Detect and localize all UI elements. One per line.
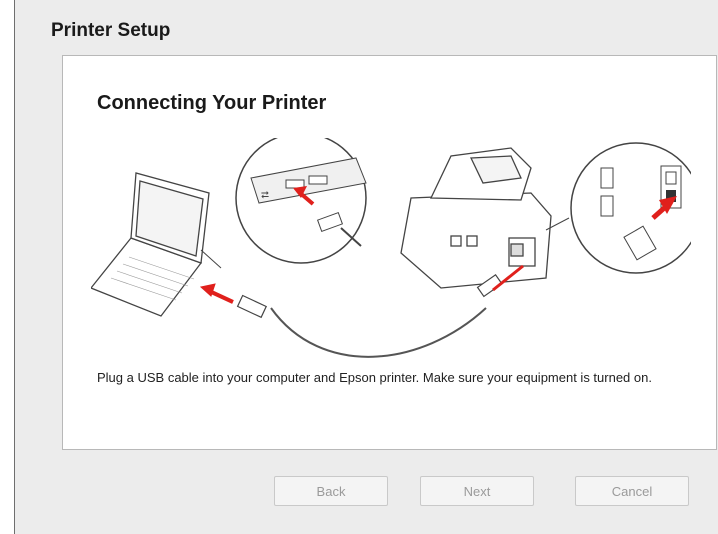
cancel-button[interactable]: Cancel: [575, 476, 689, 506]
next-button[interactable]: Next: [420, 476, 534, 506]
window-title: Printer Setup: [51, 20, 171, 41]
page-heading: Connecting Your Printer: [97, 92, 327, 114]
content-panel: Connecting Your Printer ⮂ Plug a USB cab…: [62, 55, 717, 450]
usb-port-zoom-circle: ⮂: [235, 138, 367, 264]
usb-cable: [270, 307, 487, 358]
printer-port-zoom-circle: [570, 142, 691, 274]
printer-icon: [400, 147, 552, 289]
svg-text:⮂: ⮂: [261, 190, 269, 201]
instruction-text: Plug a USB cable into your computer and …: [97, 370, 652, 385]
back-button[interactable]: Back: [274, 476, 388, 506]
printer-setup-window: Printer Setup Connecting Your Printer ⮂ …: [14, 0, 718, 534]
red-arrow-icon: [199, 283, 234, 304]
usb-connection-illustration: ⮂: [91, 138, 691, 358]
laptop-usb-plug: [236, 294, 268, 319]
laptop-icon: [91, 172, 210, 317]
